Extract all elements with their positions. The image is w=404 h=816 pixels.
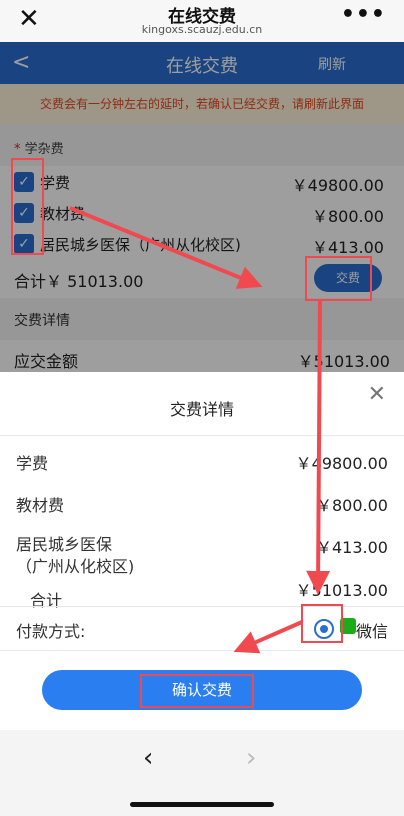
annotation-arrow	[233, 620, 303, 654]
annotation-arrow	[306, 299, 331, 595]
annotation-arrow	[69, 206, 263, 289]
annotation-arrows	[69, 206, 331, 654]
